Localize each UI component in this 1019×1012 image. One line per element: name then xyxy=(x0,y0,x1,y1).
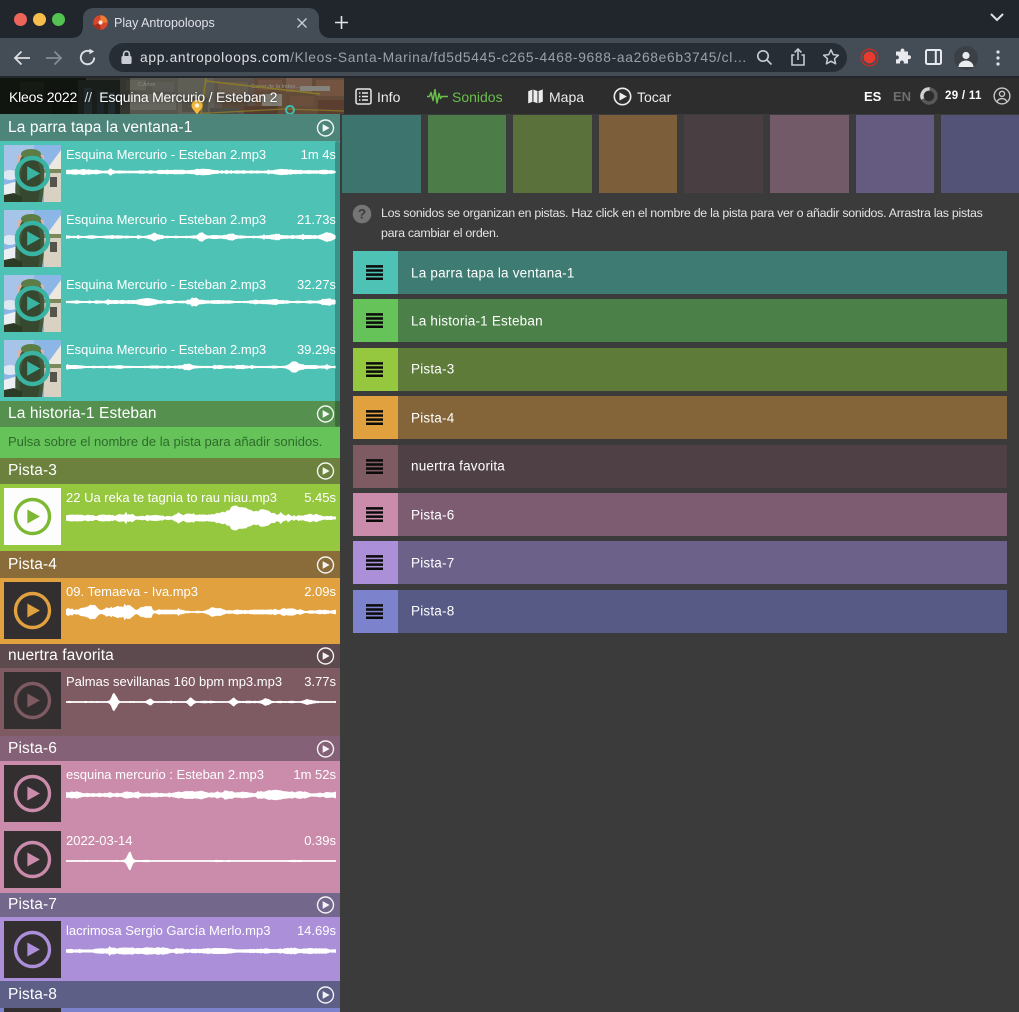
svg-text:?: ? xyxy=(358,206,366,221)
